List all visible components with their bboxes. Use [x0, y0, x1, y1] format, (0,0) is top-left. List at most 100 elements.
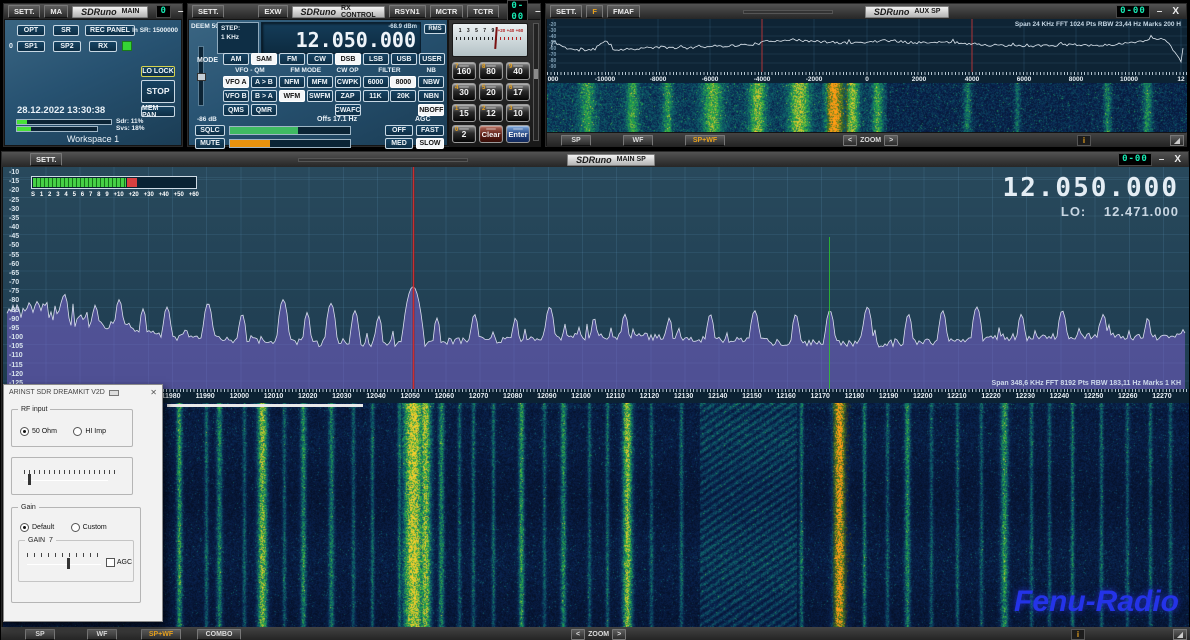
main-spectrum[interactable]: -10-15-20-25-30-35-40-45-50-55-60-65-70-…	[3, 167, 1189, 389]
mode-button-sam[interactable]: SAM	[251, 53, 277, 65]
band-key-30[interactable]: 304	[452, 83, 476, 101]
option-button-20k[interactable]: 20K	[390, 90, 416, 102]
mainsp-sett-button[interactable]: SETT.	[30, 153, 62, 166]
mainsp-zoom-in-button[interactable]: >	[612, 629, 626, 640]
frequency-display[interactable]: -68.9 dBm 12.050.000	[261, 22, 421, 54]
band-key-20[interactable]: 205	[479, 83, 503, 101]
band-key-80[interactable]: 808	[479, 62, 503, 80]
main-minimize-button[interactable]: –	[175, 7, 187, 17]
sr-button[interactable]: SR	[53, 25, 79, 36]
waterfall-zoom-band[interactable]	[167, 404, 363, 407]
band-key-17[interactable]: 176	[506, 83, 530, 101]
opt-button[interactable]: OPT	[17, 25, 45, 36]
option-button-vfo-a[interactable]: VFO A	[223, 76, 249, 88]
arinst-close-button[interactable]: ✕	[150, 388, 157, 397]
option-button-swfm[interactable]: SWFM	[307, 90, 333, 102]
mainsp-info-icon[interactable]: i	[1071, 629, 1085, 640]
panel-scrollbar[interactable]	[533, 23, 539, 141]
band-key-160[interactable]: 1607	[452, 62, 476, 80]
agc-off-button[interactable]: OFF	[385, 125, 413, 136]
volume-bar[interactable]	[229, 139, 351, 148]
mctr-button[interactable]: MCTR	[430, 5, 464, 18]
squelch-bar[interactable]	[229, 126, 351, 135]
rx-minimize-button[interactable]: –	[532, 7, 544, 17]
option-button-qms[interactable]: QMS	[223, 104, 249, 116]
squelch-button[interactable]: SQLC	[195, 125, 225, 136]
mem-pan-button[interactable]: MEM PAN	[141, 106, 175, 117]
aux-waterfall[interactable]	[547, 83, 1187, 132]
radio-50ohm[interactable]	[20, 427, 29, 436]
rec-panel-button[interactable]: REC PANEL	[85, 25, 135, 36]
aux-f-button[interactable]: F	[586, 5, 603, 18]
clear-key[interactable]: Clear	[479, 125, 503, 143]
mainsp-close-button[interactable]: X	[1171, 155, 1184, 165]
aux-minimize-button[interactable]: –	[1154, 7, 1166, 17]
aux-close-button[interactable]: X	[1169, 7, 1182, 17]
option-button-6000[interactable]: 6000	[363, 76, 389, 88]
sp2-button[interactable]: SP2	[53, 41, 81, 52]
aux-sp-button[interactable]: SP	[561, 135, 591, 146]
radio-custom[interactable]	[71, 523, 80, 532]
exw-button[interactable]: EXW	[258, 5, 287, 18]
fmaf-button[interactable]: FMAF	[607, 5, 640, 18]
mode-button-dsb[interactable]: DSB	[335, 53, 361, 65]
mainsp-spwf-button[interactable]: SP+WF	[141, 629, 181, 640]
arinst-titlebar[interactable]: ARINST SDR DREAMKIT V2D ✕	[4, 385, 162, 400]
aux-sett-button[interactable]: SETT.	[550, 5, 582, 18]
band-key-10[interactable]: 103	[506, 104, 530, 122]
rms-button[interactable]: RMS	[424, 24, 446, 34]
radio-default[interactable]	[20, 523, 29, 532]
option-button-a-b[interactable]: A > B	[251, 76, 277, 88]
combo-button[interactable]: COMBO	[197, 629, 241, 640]
option-button-cwafc[interactable]: CWAFC	[335, 104, 361, 116]
gain-handle[interactable]	[67, 558, 70, 569]
rx-button[interactable]: RX	[89, 41, 117, 52]
aux-zoom-in-button[interactable]: >	[884, 135, 898, 146]
agc-fast-button[interactable]: FAST	[416, 125, 444, 136]
aux-spwf-button[interactable]: SP+WF	[685, 135, 725, 146]
option-button-qmr[interactable]: QMR	[251, 104, 277, 116]
option-button-b-a[interactable]: B > A	[251, 90, 277, 102]
aux-zoom-out-button[interactable]: <	[843, 135, 857, 146]
option-button-nbn[interactable]: NBN	[418, 90, 444, 102]
mode-button-cw[interactable]: CW	[307, 53, 333, 65]
volume-slider[interactable]	[198, 46, 204, 106]
option-button-8000[interactable]: 8000	[390, 76, 416, 88]
aux-resize-corner[interactable]: ◢	[1170, 135, 1184, 146]
mainsp-wf-button[interactable]: WF	[87, 629, 117, 640]
aux-spectrum[interactable]: Span 24 KHz FFT 1024 Pts RBW 23,44 Hz Ma…	[547, 19, 1187, 72]
agc-checkbox[interactable]	[106, 558, 115, 567]
rsyn1-button[interactable]: RSYN1	[389, 5, 426, 18]
agc-slow-button[interactable]: SLOW	[416, 138, 444, 149]
rx-sett-button[interactable]: SETT.	[192, 5, 224, 18]
slider-handle[interactable]	[28, 474, 31, 485]
main-ma-button[interactable]: MA	[44, 5, 68, 18]
mainsp-resize-corner[interactable]: ◢	[1173, 629, 1187, 640]
mode-button-user[interactable]: USER	[419, 53, 445, 65]
band-key-2[interactable]: 20	[452, 125, 476, 143]
mainsp-zoom-out-button[interactable]: <	[571, 629, 585, 640]
main-waterfall[interactable]	[3, 403, 1189, 627]
lo-lock-button[interactable]: LO LOCK	[141, 66, 175, 77]
band-key-15[interactable]: 151	[452, 104, 476, 122]
mainsp-sp-button[interactable]: SP	[25, 629, 55, 640]
option-button-wfm[interactable]: WFM	[279, 90, 305, 102]
main-sett-button[interactable]: SETT.	[8, 5, 40, 18]
enter-key[interactable]: Enter	[506, 125, 530, 143]
aux-info-icon[interactable]: i	[1077, 135, 1091, 146]
step-box[interactable]: STEP: 1 KHz	[217, 22, 259, 54]
mainsp-minimize-button[interactable]: –	[1156, 155, 1168, 165]
option-button-zap[interactable]: ZAP	[335, 90, 361, 102]
aux-wf-button[interactable]: WF	[623, 135, 653, 146]
stop-button[interactable]: STOP	[141, 80, 175, 103]
mode-button-am[interactable]: AM	[223, 53, 249, 65]
band-key-12[interactable]: 122	[479, 104, 503, 122]
mute-button[interactable]: MUTE	[195, 138, 225, 149]
mode-button-fm[interactable]: FM	[279, 53, 305, 65]
option-button-cwpk[interactable]: CWPK	[335, 76, 361, 88]
mode-button-lsb[interactable]: LSB	[363, 53, 389, 65]
option-button-11k[interactable]: 11K	[363, 90, 389, 102]
radio-hiimp[interactable]	[73, 427, 82, 436]
tctr-button[interactable]: TCTR	[467, 5, 499, 18]
option-button-mfm[interactable]: MFM	[307, 76, 333, 88]
